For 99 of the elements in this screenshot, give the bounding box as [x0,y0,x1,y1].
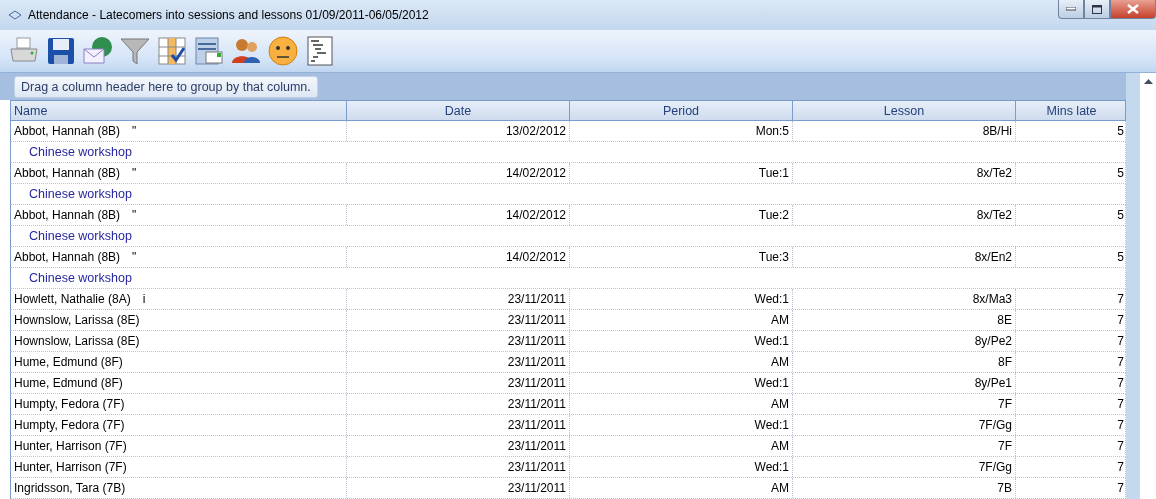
flag-mark: " [132,124,137,138]
table-cell: Tue:3 [758,250,789,264]
email-globe-icon[interactable] [82,35,114,67]
table-cell: Hume, Edmund (8F) [14,355,123,369]
table-cell: 5 [1117,208,1124,222]
column-header[interactable]: Lesson [792,101,1015,120]
save-icon[interactable] [45,35,77,67]
table-cell: 8x/Ma3 [972,292,1012,306]
table-cell: Hownslow, Larissa (8E) [14,334,140,348]
table-cell: 5 [1117,124,1124,138]
neutral-face-icon[interactable] [267,35,299,67]
table-cell: 7 [1117,481,1124,495]
table-cell: 7 [1117,397,1124,411]
table-cell: 8y/Pe1 [974,376,1012,390]
table-cell: 7 [1117,313,1124,327]
table-cell: Tue:2 [758,208,789,222]
table-cell: 7 [1117,355,1124,369]
table-cell: Wed:1 [754,376,789,390]
report-icon[interactable] [304,35,336,67]
table-cell: 8y/Pe2 [974,334,1012,348]
table-cell: Ingridsson, Tara (7B) [14,481,126,495]
table-cell: Howlett, Nathalie (8A) [14,292,131,306]
table-cell: Hunter, Harrison (7F) [14,439,127,453]
minimize-icon [1066,7,1076,11]
table-cell: Humpty, Fedora (7F) [14,397,125,411]
table-cell: 23/11/2011 [507,334,566,348]
table-cell: 23/11/2011 [507,460,566,474]
row-note: Chinese workshop [29,271,132,285]
table-cell: 7 [1117,439,1124,453]
table-cell: Abbot, Hannah (8B) [14,124,121,138]
table-cell: Abbot, Hannah (8B) [14,250,121,264]
table-cell: AM [771,481,789,495]
table-cell: 23/11/2011 [507,376,566,390]
table-cell: Wed:1 [754,292,789,306]
table-cell: Wed:1 [754,460,789,474]
table-cell: 8x/Te2 [976,208,1012,222]
filter-icon[interactable] [119,35,151,67]
table-cell: AM [771,313,789,327]
close-icon [1127,4,1139,14]
flag-mark: " [132,208,137,222]
table-cell: Abbot, Hannah (8B) [14,208,121,222]
column-header[interactable]: Date [346,101,569,120]
column-header[interactable]: Mins late [1015,101,1127,120]
table-cell: 8E [997,313,1012,327]
table-cell: 14/02/2012 [505,166,566,180]
table-cell: 7 [1117,460,1124,474]
table-cell: Mon:5 [755,124,789,138]
table-cell: 7F/Gg [978,460,1012,474]
table-cell: 8B/Hi [982,124,1012,138]
table-cell: AM [771,397,789,411]
scroll-up-icon[interactable] [1143,79,1153,84]
table-cell: Hume, Edmund (8F) [14,376,123,390]
table-cell: Hunter, Harrison (7F) [14,460,127,474]
maximize-button[interactable] [1084,0,1110,19]
table-cell: 14/02/2012 [505,208,566,222]
table-cell: Abbot, Hannah (8B) [14,166,121,180]
table-cell: AM [771,355,789,369]
table-cell: AM [771,439,789,453]
column-header[interactable]: Period [569,101,792,120]
table-cell: 7 [1117,418,1124,432]
column-header[interactable]: Name [11,101,346,120]
table-cell: 7B [997,481,1012,495]
table-cell: 23/11/2011 [507,313,566,327]
table-cell: Humpty, Fedora (7F) [14,418,125,432]
flag-mark: " [132,166,137,180]
table-cell: 7F [998,397,1012,411]
row-note: Chinese workshop [29,187,132,201]
table-cell: 7 [1117,376,1124,390]
table-cell: 13/02/2012 [505,124,566,138]
table-cell: 23/11/2011 [507,292,566,306]
grid-check-icon[interactable] [156,35,188,67]
table-cell: Hownslow, Larissa (8E) [14,313,140,327]
table-cell: Wed:1 [754,334,789,348]
server-mail-icon[interactable] [193,35,225,67]
table-cell: 23/11/2011 [507,481,566,495]
table-cell: 7F [998,439,1012,453]
table-cell: Wed:1 [754,418,789,432]
table-cell: 5 [1117,166,1124,180]
maximize-icon [1092,4,1102,14]
window-title: Attendance - Latecomers into sessions and lessons 01/09/2011-06/05/2012 [28,8,430,22]
table-cell: Tue:1 [758,166,789,180]
flag-mark: " [132,250,137,264]
flag-mark: i [142,292,146,306]
row-note: Chinese workshop [29,229,132,243]
table-cell: 5 [1117,250,1124,264]
table-cell: 14/02/2012 [505,250,566,264]
row-note: Chinese workshop [29,145,132,159]
table-cell: 7 [1117,334,1124,348]
table-cell: 23/11/2011 [507,397,566,411]
table-cell: 23/11/2011 [507,355,566,369]
table-cell: 7F/Gg [978,418,1012,432]
table-cell: 23/11/2011 [507,418,566,432]
table-cell: 7 [1117,292,1124,306]
table-cell: 8F [998,355,1012,369]
table-cell: 8x/En2 [974,250,1012,264]
group-by-hint[interactable]: Drag a column header here to group by that column. [14,75,318,98]
table-cell: 8x/Te2 [976,166,1012,180]
close-button[interactable] [1110,0,1156,19]
table-cell: 23/11/2011 [507,439,566,453]
